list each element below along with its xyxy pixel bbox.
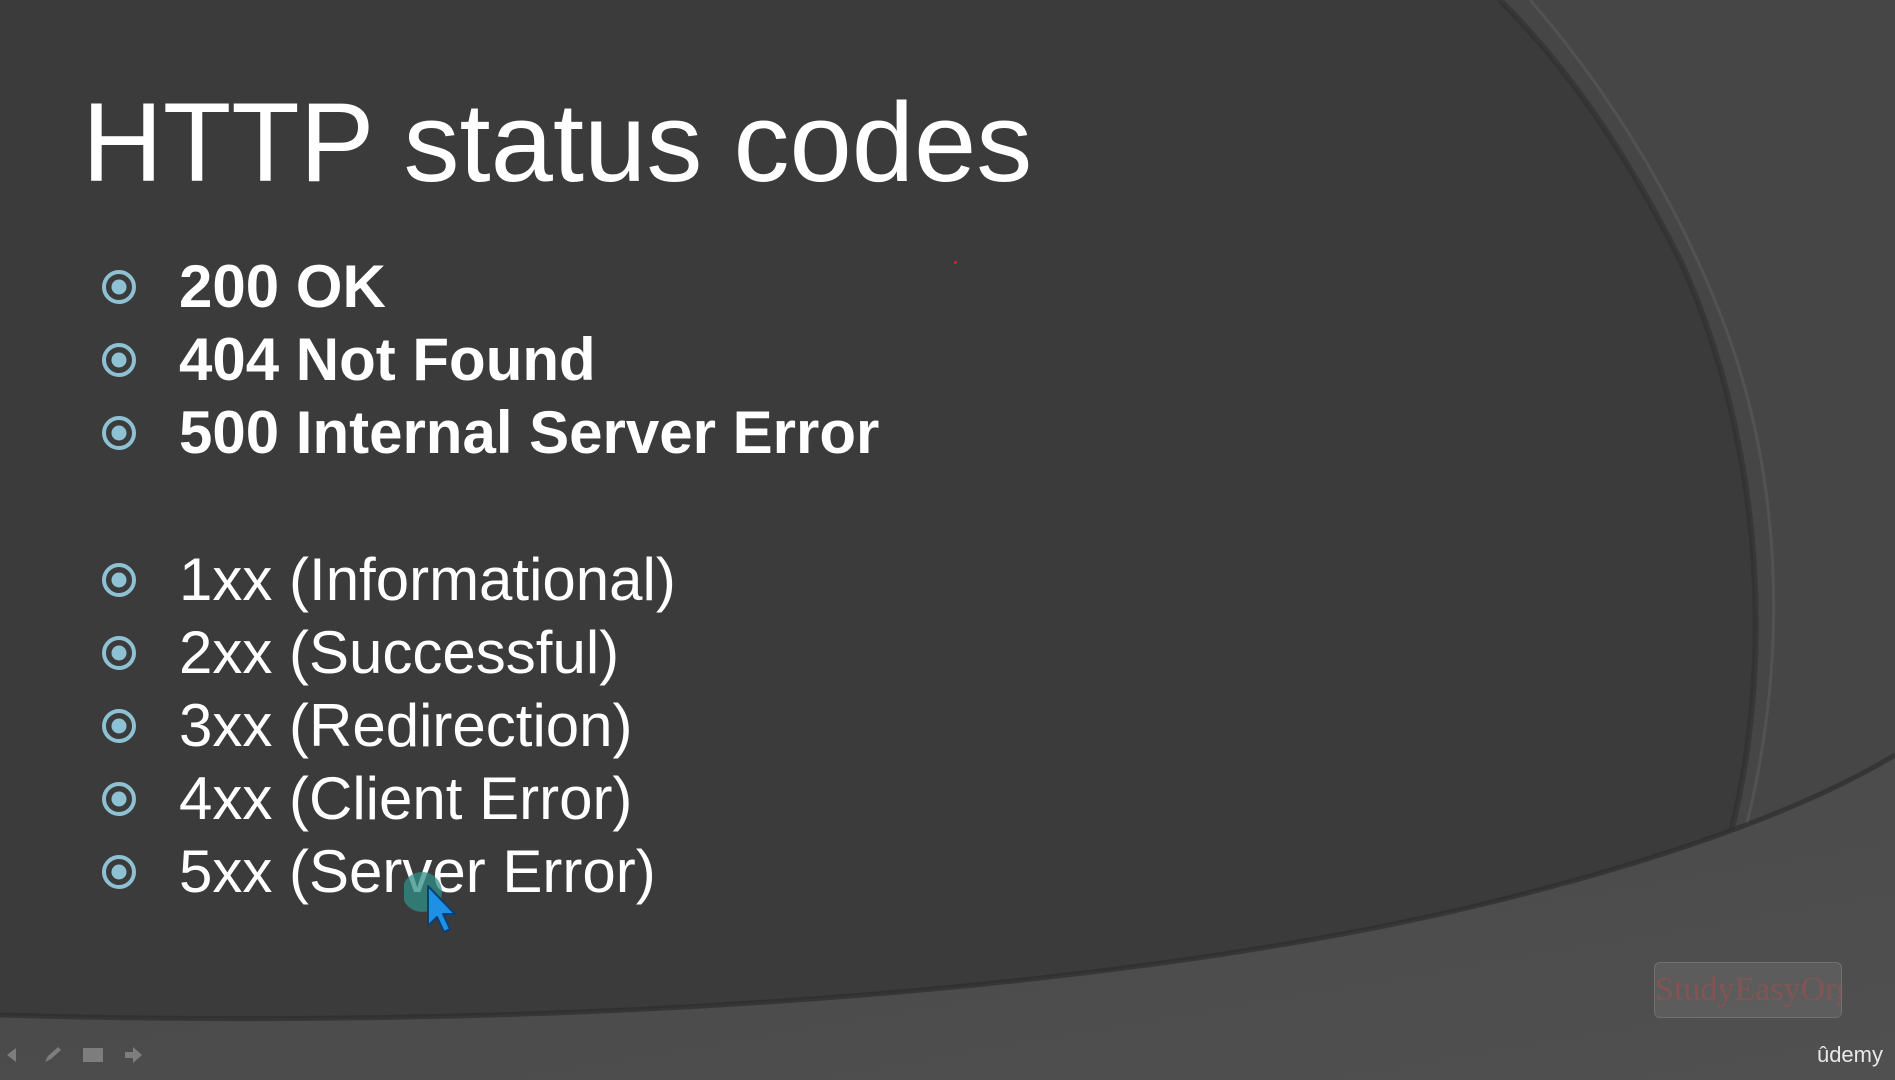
pen-icon[interactable] — [40, 1044, 66, 1066]
next-icon[interactable] — [120, 1044, 146, 1066]
bullet-text: 1xx (Informational) — [179, 546, 676, 613]
target-bullet-icon — [102, 563, 136, 597]
slide: HTTP status codes 200 OK 404 Not Found 5… — [0, 0, 1895, 1080]
bullet-text: 200 OK — [179, 253, 386, 320]
slideshow-controls — [0, 1040, 146, 1070]
udemy-logo: ûdemy — [1816, 1042, 1883, 1067]
target-bullet-icon — [102, 782, 136, 816]
slide-title: HTTP status codes — [82, 80, 1033, 205]
target-bullet-icon — [102, 416, 136, 450]
previous-icon[interactable] — [0, 1044, 26, 1066]
target-bullet-icon — [102, 270, 136, 304]
target-bullet-icon — [102, 343, 136, 377]
target-bullet-icon — [102, 855, 136, 889]
bullet-text: 3xx (Redirection) — [179, 692, 633, 759]
target-bullet-icon — [102, 636, 136, 670]
bullet-text: 4xx (Client Error) — [179, 765, 633, 832]
target-bullet-icon — [102, 709, 136, 743]
bullet-text: 2xx (Successful) — [179, 619, 620, 686]
bullet-text: 500 Internal Server Error — [179, 399, 880, 466]
mouse-pointer-icon — [404, 872, 456, 933]
red-mark — [954, 261, 957, 264]
slides-icon[interactable] — [80, 1044, 106, 1066]
watermark-logo: StudyEasyOrg — [1654, 962, 1842, 1018]
bullet-text: 404 Not Found — [179, 326, 596, 393]
